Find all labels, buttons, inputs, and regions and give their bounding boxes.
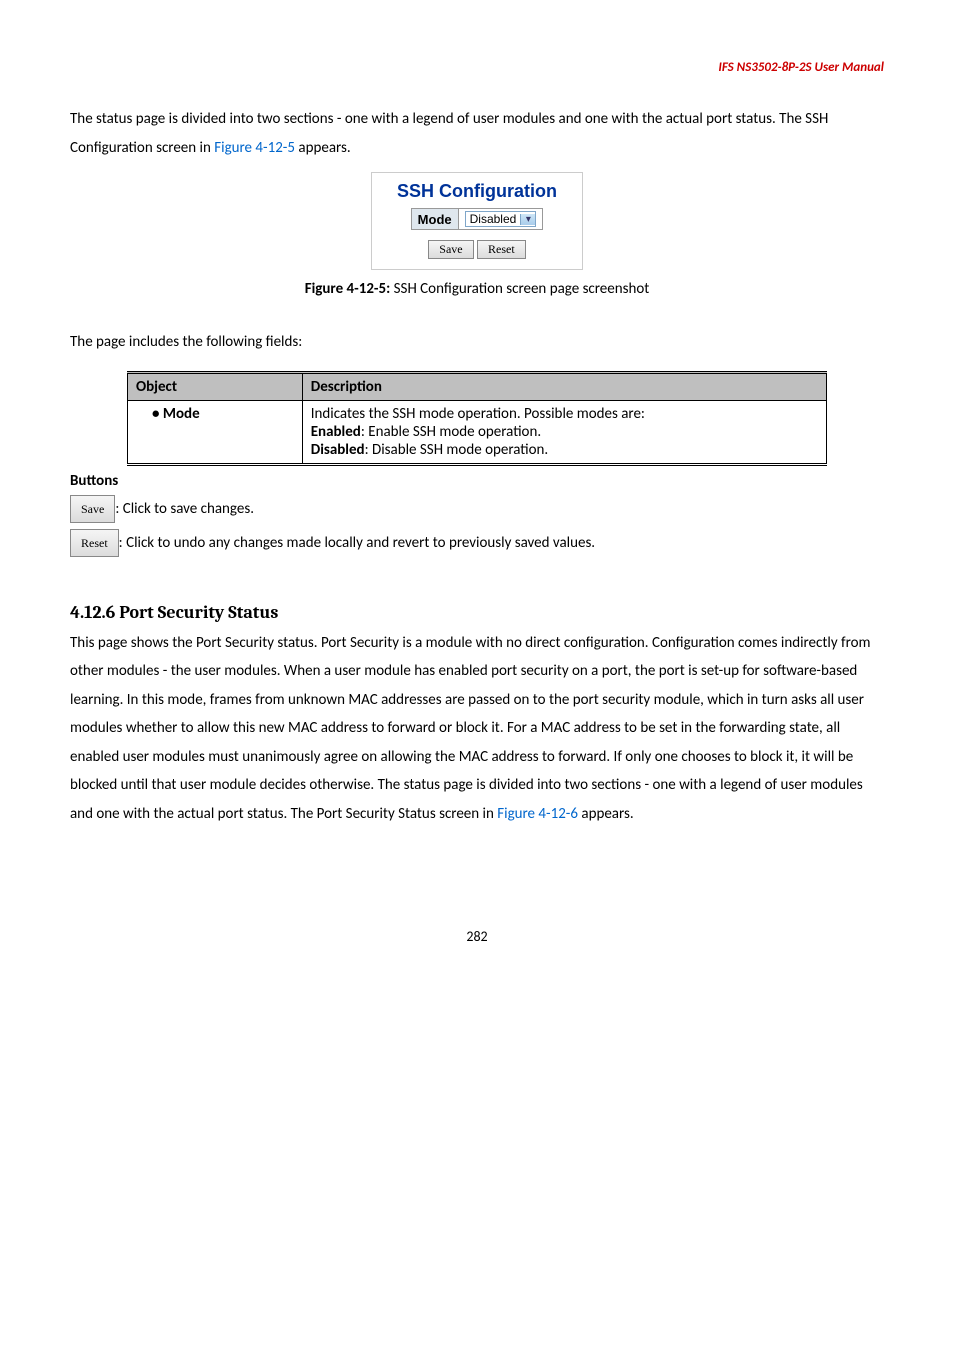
desc-line-2: Enabled: Enable SSH mode operation.	[311, 423, 818, 441]
td-description-mode: Indicates the SSH mode operation. Possib…	[302, 400, 826, 464]
chevron-down-icon: ▾	[520, 214, 535, 225]
ssh-reset-button[interactable]: Reset	[477, 240, 526, 259]
mode-value-cell: Disabled ▾	[458, 209, 543, 230]
save-button-line: Save: Click to save changes.	[70, 494, 884, 524]
td-object-mode: • Mode	[127, 400, 302, 464]
fields-table: Object Description • Mode Indicates the …	[127, 371, 827, 466]
th-object: Object	[127, 372, 302, 400]
section-body-a: This page shows the Port Security status…	[70, 634, 870, 823]
intro-text-b: appears.	[295, 139, 351, 157]
fields-intro: The page includes the following fields:	[70, 328, 884, 357]
ssh-panel-title: SSH Configuration	[372, 173, 582, 208]
desc-disabled-rest: : Disable SSH mode operation.	[365, 441, 549, 459]
caption-rest: SSH Configuration screen page screenshot	[390, 280, 649, 298]
figure-link-4-12-6: Figure 4-12-6	[497, 805, 578, 823]
reset-button-text: : Click to undo any changes made locally…	[119, 534, 595, 552]
desc-line-3: Disabled: Disable SSH mode operation.	[311, 441, 818, 459]
mode-dropdown-value: Disabled	[466, 212, 521, 226]
desc-enabled-rest: : Enable SSH mode operation.	[361, 423, 541, 441]
ssh-configuration-panel: SSH Configuration Mode Disabled ▾ Save R…	[371, 172, 583, 270]
desc-enabled-bold: Enabled	[311, 423, 361, 441]
figure-caption: Figure 4-12-5: SSH Configuration screen …	[70, 280, 884, 298]
ssh-save-button[interactable]: Save	[428, 240, 473, 259]
intro-paragraph: The status page is divided into two sect…	[70, 105, 884, 162]
object-mode-label: • Mode	[152, 405, 200, 423]
section-heading-4-12-6: 4.12.6 Port Security Status	[70, 602, 884, 623]
figure-link-4-12-5: Figure 4-12-5	[214, 139, 295, 157]
save-button-text: : Click to save changes.	[115, 500, 254, 518]
buttons-heading: Buttons	[70, 472, 884, 490]
th-description: Description	[302, 372, 826, 400]
reset-button-line: Reset: Click to undo any changes made lo…	[70, 528, 884, 558]
ssh-mode-table: Mode Disabled ▾	[411, 208, 544, 230]
desc-line-1: Indicates the SSH mode operation. Possib…	[311, 405, 818, 423]
caption-bold: Figure 4-12-5:	[305, 280, 391, 298]
intro-text-a: The status page is divided into two sect…	[70, 110, 828, 157]
reset-button[interactable]: Reset	[70, 529, 119, 557]
page-header: IFS NS3502-8P-2S User Manual	[70, 60, 884, 75]
section-body-b: appears.	[578, 805, 634, 823]
mode-label-cell: Mode	[411, 209, 458, 230]
desc-disabled-bold: Disabled	[311, 441, 365, 459]
mode-dropdown[interactable]: Disabled ▾	[465, 211, 537, 227]
section-body: This page shows the Port Security status…	[70, 629, 884, 829]
save-button[interactable]: Save	[70, 495, 115, 523]
page-number: 282	[70, 928, 884, 945]
